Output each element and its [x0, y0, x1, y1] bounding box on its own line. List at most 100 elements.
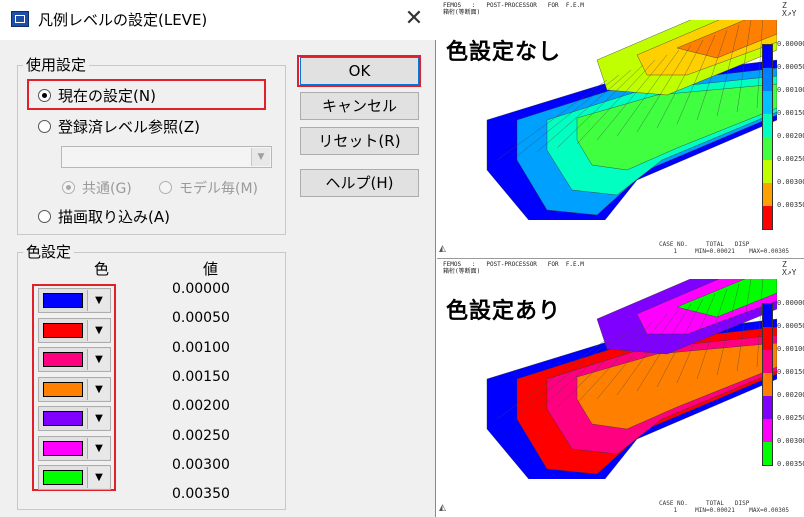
contour-plot — [486, 20, 777, 220]
color-swatch — [43, 352, 83, 367]
color-settings-label: 色設定 — [23, 241, 75, 262]
legend-value-label: 0.00050 — [777, 322, 804, 330]
legend-color-cell — [763, 442, 772, 465]
radio-registered-label: 登録済レベル参照(Z) — [58, 118, 200, 136]
radio-import-label: 描画取り込み(A) — [58, 208, 170, 226]
legend-value-label: 0.00250 — [777, 155, 804, 163]
dialog-title: 凡例レベルの設定(LEVE) — [38, 11, 208, 29]
reset-button[interactable]: リセット(R) — [300, 127, 419, 155]
radio-per-model-label: モデル毎(M) — [179, 181, 259, 197]
contour-plot — [486, 279, 777, 479]
legend-value-label: 0.00100 — [777, 345, 804, 353]
legend-color-cell — [763, 137, 772, 160]
color-select-magenta[interactable]: ▼ — [38, 435, 111, 461]
registered-level-combo[interactable]: ▼ — [61, 146, 272, 168]
chevron-down-icon[interactable]: ▼ — [87, 290, 110, 311]
legend-color-cell — [763, 91, 772, 114]
level-value: 0.00100 — [172, 339, 230, 356]
viewer-header: FEMOS : POST-PROCESSOR FOR F.E.M 箱桁(等断面) — [443, 261, 584, 275]
viewer-no-color-setting: FEMOS : POST-PROCESSOR FOR F.E.M 箱桁(等断面)… — [437, 0, 804, 258]
legend-value-label: 0.00000 — [777, 40, 804, 48]
color-swatch — [43, 470, 83, 485]
legend-bar — [762, 303, 773, 466]
radio-import-drawing[interactable]: 描画取り込み(A) — [38, 206, 170, 228]
color-select-pink[interactable]: ▼ — [38, 347, 111, 372]
legend-color-cell — [763, 45, 772, 68]
chevron-down-icon[interactable]: ▼ — [87, 319, 110, 341]
legend-color-cell — [763, 304, 772, 327]
legend-color-cell — [763, 396, 772, 419]
radio-common-label: 共通(G) — [82, 181, 132, 197]
legend-color-cell — [763, 114, 772, 137]
usage-settings-label: 使用設定 — [23, 54, 90, 75]
femos-logo-icon: ◭ — [439, 503, 446, 513]
level-value: 0.00150 — [172, 368, 230, 385]
radio-common[interactable]: 共通(G) — [62, 178, 132, 200]
legend-value-label: 0.00300 — [777, 178, 804, 186]
level-value: 0.00250 — [172, 427, 230, 444]
color-swatch — [43, 322, 83, 338]
chevron-down-icon[interactable]: ▼ — [87, 467, 110, 488]
legend-color-cell — [763, 206, 772, 229]
legend-level-dialog: 凡例レベルの設定(LEVE) ✕ 使用設定 現在の設定(N) 登録済レベル参照(… — [0, 0, 436, 517]
cancel-button[interactable]: キャンセル — [300, 92, 419, 120]
legend-value-label: 0.00250 — [777, 414, 804, 422]
legend-value-label: 0.00100 — [777, 86, 804, 94]
legend-color-cell — [763, 373, 772, 396]
color-select-purple[interactable]: ▼ — [38, 406, 111, 431]
chevron-down-icon[interactable]: ▼ — [251, 148, 270, 166]
title-bar: 凡例レベルの設定(LEVE) ✕ — [0, 0, 436, 40]
level-value: 0.00350 — [172, 486, 230, 503]
axis-indicator: Z X↗Y — [782, 260, 797, 277]
legend-value-label: 0.00150 — [777, 368, 804, 376]
app-icon — [11, 11, 29, 27]
legend-value-label: 0.00350 — [777, 201, 804, 209]
legend-value-label: 0.00200 — [777, 132, 804, 140]
legend-value-label: 0.00300 — [777, 437, 804, 445]
color-swatch — [43, 440, 83, 456]
radio-per-model[interactable]: モデル毎(M) — [159, 178, 258, 200]
column-value-header: 値 — [203, 260, 219, 278]
color-select-orange[interactable]: ▼ — [38, 376, 111, 402]
radio-indicator — [62, 181, 75, 194]
legend-bar — [762, 44, 773, 230]
legend-color-cell — [763, 350, 772, 373]
viewer-header: FEMOS : POST-PROCESSOR FOR F.E.M 箱桁(等断面) — [443, 2, 584, 16]
level-value: 0.00200 — [172, 398, 230, 415]
column-color-header: 色 — [94, 260, 110, 278]
color-select-blue[interactable]: ▼ — [38, 288, 111, 313]
radio-registered-level[interactable]: 登録済レベル参照(Z) — [38, 116, 200, 138]
close-button[interactable]: ✕ — [401, 6, 427, 32]
radio-indicator — [159, 181, 172, 194]
color-swatch — [43, 411, 83, 426]
color-select-red[interactable]: ▼ — [38, 317, 111, 343]
color-swatch — [43, 381, 83, 397]
radio-indicator — [38, 120, 51, 133]
viewer-footer: CASE NO. TOTAL DISP 1 MIN=0.00021 MAX=0.… — [659, 500, 790, 514]
chevron-down-icon[interactable]: ▼ — [87, 408, 110, 429]
level-value: 0.00050 — [172, 310, 230, 327]
radio-current-label: 現在の設定(N) — [58, 87, 156, 105]
legend-color-cell — [763, 327, 772, 350]
legend-value-label: 0.00050 — [777, 63, 804, 71]
legend-color-cell — [763, 183, 772, 206]
legend-value-label: 0.00350 — [777, 460, 804, 468]
color-select-green[interactable]: ▼ — [38, 465, 111, 490]
ok-button[interactable]: OK — [300, 57, 419, 85]
help-button[interactable]: ヘルプ(H) — [300, 169, 419, 197]
femos-logo-icon: ◭ — [439, 244, 446, 254]
chevron-down-icon[interactable]: ▼ — [87, 437, 110, 459]
legend-value-label: 0.00150 — [777, 109, 804, 117]
legend-color-cell — [763, 419, 772, 442]
level-value: 0.00000 — [172, 281, 230, 297]
legend-color-cell — [763, 68, 772, 91]
chevron-down-icon[interactable]: ▼ — [87, 349, 110, 370]
chevron-down-icon[interactable]: ▼ — [87, 378, 110, 400]
viewer-footer: CASE NO. TOTAL DISP 1 MIN=0.00021 MAX=0.… — [659, 241, 790, 255]
axis-indicator: Z X↗Y — [782, 1, 797, 18]
viewer-with-color-setting: FEMOS : POST-PROCESSOR FOR F.E.M 箱桁(等断面)… — [437, 259, 804, 517]
legend-value-label: 0.00000 — [777, 299, 804, 307]
legend-color-cell — [763, 160, 772, 183]
radio-current-setting[interactable]: 現在の設定(N) — [38, 85, 156, 107]
color-swatch — [43, 293, 83, 308]
